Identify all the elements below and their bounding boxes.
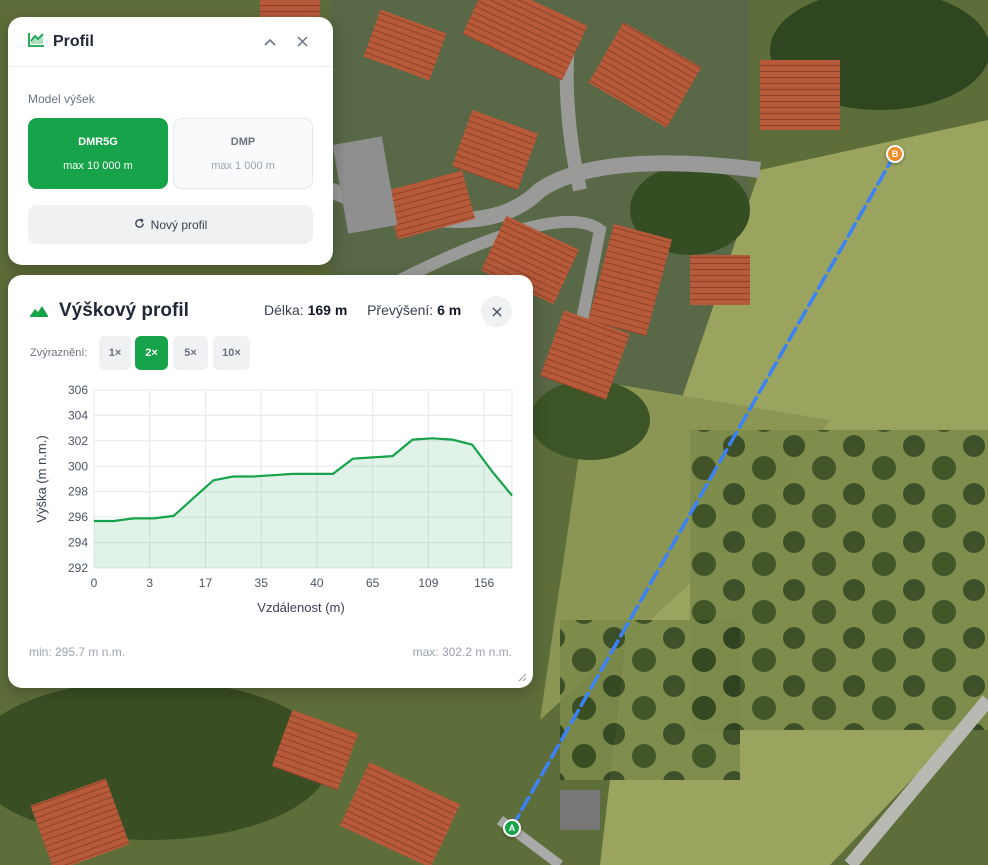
model-name: DMP <box>230 135 256 148</box>
max-elevation: max: 302.2 m n.m. <box>412 645 512 659</box>
length-label: Délka: <box>264 302 304 318</box>
y-tick-label: 292 <box>68 561 88 575</box>
model-dmr5g-button[interactable]: DMR5G max 10 000 m <box>28 118 168 189</box>
close-icon <box>491 306 502 317</box>
x-tick-label: 3 <box>146 576 153 590</box>
elevation-gain-value: 6 m <box>437 302 462 318</box>
chevron-up-icon <box>264 38 276 46</box>
profile-close-button[interactable] <box>289 29 315 55</box>
elevation-area <box>94 438 512 568</box>
x-tick-label: 0 <box>91 576 98 590</box>
x-axis-label: Vzdálenost (m) <box>257 600 344 615</box>
elevation-panel-title: Výškový profil <box>59 300 189 321</box>
profile-panel-header: Profil <box>8 17 333 67</box>
elevation-chart[interactable]: 292 294 296 298 300 302 304 306 0 3 17 35 40 65 109 156… <box>8 375 533 635</box>
x-tick-label: 40 <box>310 576 324 590</box>
profile-panel: Profil Model výšek DMR5G max 10 000 m DM… <box>8 17 333 265</box>
exaggeration-1x-button[interactable]: 1× <box>99 336 131 370</box>
model-limit: max 1 000 m <box>211 159 275 172</box>
x-tick-label: 65 <box>366 576 380 590</box>
chart-area-icon <box>28 32 45 52</box>
start-marker[interactable]: A <box>503 819 521 837</box>
y-tick-label: 298 <box>68 485 88 499</box>
exaggeration-10x-button[interactable]: 10× <box>213 336 250 370</box>
profile-panel-title: Profil <box>53 32 94 50</box>
model-name: DMR5G <box>78 135 118 148</box>
x-tick-label: 35 <box>255 576 269 590</box>
exaggeration-label: Zvýraznění: <box>30 347 88 359</box>
y-tick-label: 294 <box>68 536 88 550</box>
y-axis-label: Výška (m n.m.) <box>34 435 49 522</box>
mountain-icon <box>30 304 48 322</box>
y-tick-label: 306 <box>68 383 88 397</box>
refresh-icon <box>134 217 145 232</box>
model-label: Model výšek <box>28 92 95 106</box>
new-profile-button[interactable]: Nový profil <box>28 205 313 244</box>
collapse-button[interactable] <box>257 29 283 55</box>
min-elevation: min: 295.7 m n.m. <box>29 645 126 659</box>
y-tick-label: 304 <box>68 408 88 422</box>
elevation-profile-panel: Výškový profil Délka: 169 m Převýšení: 6… <box>8 275 533 688</box>
y-tick-label: 296 <box>68 510 88 524</box>
elevation-gain-label: Převýšení: <box>367 302 434 318</box>
exaggeration-2x-button[interactable]: 2× <box>135 336 168 370</box>
new-profile-label: Nový profil <box>150 217 208 232</box>
x-tick-label: 109 <box>418 576 438 590</box>
elevation-close-button[interactable] <box>481 296 512 327</box>
length-value: 169 m <box>307 302 348 318</box>
exaggeration-5x-button[interactable]: 5× <box>173 336 208 370</box>
profile-stats: Délka: 169 m Převýšení: 6 m <box>264 302 461 318</box>
model-dmp-button[interactable]: DMP max 1 000 m <box>173 118 313 189</box>
y-tick-label: 300 <box>68 459 88 473</box>
resize-handle-icon[interactable] <box>517 672 527 682</box>
y-tick-label: 302 <box>68 434 88 448</box>
close-icon <box>296 36 308 47</box>
model-limit: max 10 000 m <box>63 159 133 172</box>
x-tick-label: 156 <box>474 576 494 590</box>
x-tick-label: 17 <box>199 576 213 590</box>
end-marker[interactable]: B <box>886 145 904 163</box>
